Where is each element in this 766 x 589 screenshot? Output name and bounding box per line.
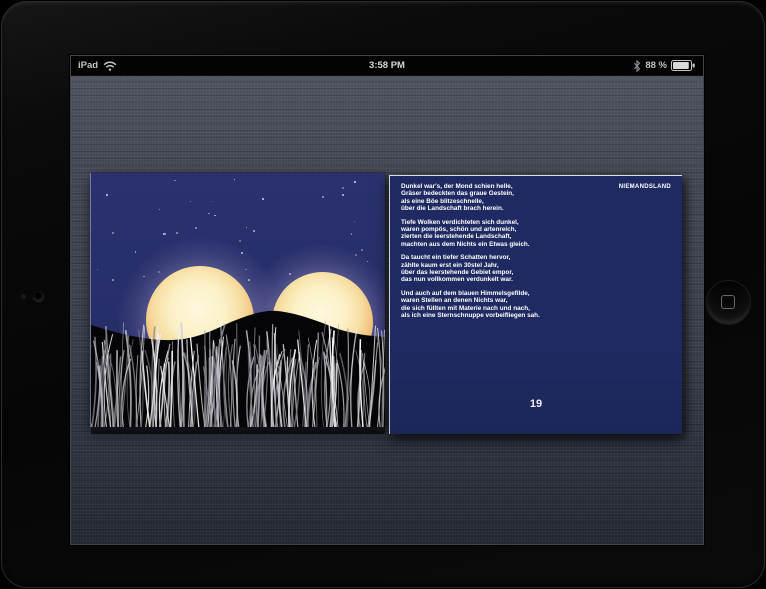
battery-icon — [671, 60, 696, 71]
ipad-screen: iPad 3:58 PM 88 % NIEMANDSLAND Dunkel wa… — [70, 55, 704, 545]
front-camera — [33, 291, 44, 302]
reader-app-background: NIEMANDSLAND Dunkel war's, der Mond schi… — [71, 76, 703, 544]
poem-line: über das leerstehende Gebiet empor, — [401, 269, 514, 277]
poem-line: zierten die leerstehende Landschaft, — [401, 233, 512, 241]
poem-line: Und auch auf dem blauen Himmelsgefilde, — [401, 289, 530, 297]
poem-line: waren pompös, schön und artenreich, — [401, 226, 517, 234]
poem-line: Tiefe Wolken verdichteten sich dunkel, — [401, 218, 519, 226]
poem-line: Dunkel war's, der Mond schien helle, — [401, 183, 513, 190]
status-bar-clock: 3:58 PM — [71, 56, 703, 75]
poem-stanza: Da taucht ein tiefer Schatten hervor, zäh… — [401, 254, 540, 284]
poem-line: über die Landschaft brach herein. — [401, 205, 504, 213]
bluetooth-icon — [633, 59, 641, 72]
chapter-title: NIEMANDSLAND — [618, 184, 671, 190]
poem-stanza: Tiefe Wolken verdichteten sich dunkel, wa… — [401, 219, 540, 249]
grass-blade — [116, 350, 119, 427]
clock-label: 3:58 PM — [369, 60, 405, 71]
ipad-bezel: iPad 3:58 PM 88 % NIEMANDSLAND Dunkel wa… — [1, 1, 765, 588]
poem-line: als ich eine Sternschnuppe vorbeifliegen… — [401, 312, 540, 320]
book-page-left[interactable] — [90, 173, 385, 427]
status-bar: iPad 3:58 PM 88 % — [71, 56, 703, 76]
page-number: 19 — [529, 398, 543, 410]
status-bar-right: 88 % — [633, 56, 696, 75]
poem-stanza: Und auch auf dem blauen Himmelsgefilde, w… — [401, 290, 540, 320]
home-button-icon — [721, 295, 735, 309]
poem-line: Gräser bedeckten das graue Gestein, — [401, 190, 514, 198]
poem-line: zählte kaum erst ein 30stel Jahr, — [401, 261, 499, 269]
poem-line: als eine Böe blitzeschnelle, — [401, 197, 484, 205]
stage: iPad 3:58 PM 88 % NIEMANDSLAND Dunkel wa… — [0, 0, 766, 589]
book-page-right[interactable]: NIEMANDSLAND Dunkel war's, der Mond schi… — [389, 175, 682, 434]
poem-line: Da taucht ein tiefer Schatten hervor, — [401, 254, 511, 262]
poem-line: waren Stellen an denen Nichts war, — [401, 297, 508, 305]
poem-stanza: Dunkel war's, der Mond schien helle, Gräs… — [401, 183, 540, 213]
grass-svg — [91, 310, 385, 427]
poem-line: machten aus dem Nichts ein Etwas gleich. — [401, 240, 530, 248]
battery-percent-label: 88 % — [645, 60, 667, 71]
poem-line: das nun vollkommen verdunkelt war. — [401, 276, 513, 284]
poem-line: die sich füllten mit Materie nach und na… — [401, 304, 530, 312]
ambient-sensor — [21, 294, 26, 299]
book-spread: NIEMANDSLAND Dunkel war's, der Mond schi… — [90, 173, 682, 439]
home-button[interactable] — [706, 280, 751, 325]
poem: Dunkel war's, der Mond schien helle, Gräs… — [401, 183, 540, 326]
